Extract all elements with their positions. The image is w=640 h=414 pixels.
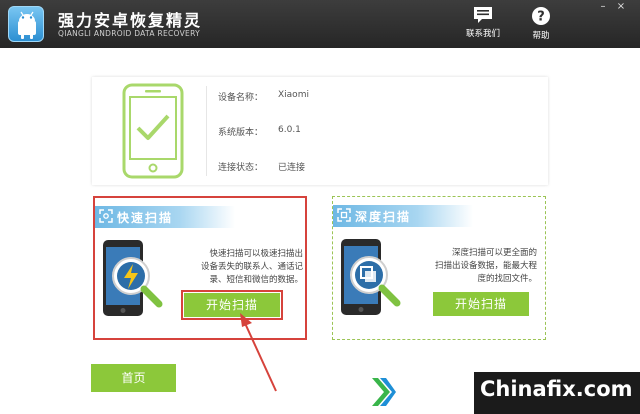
home-button[interactable]: 首页 xyxy=(91,364,176,392)
info-divider xyxy=(206,86,207,176)
app-subtitle: QIANGLI ANDROID DATA RECOVERY xyxy=(58,29,200,38)
minimize-button[interactable]: – xyxy=(596,1,610,13)
watermark-brand-en: Chinafix.com xyxy=(480,377,633,401)
chat-icon xyxy=(474,7,492,23)
scan-icon xyxy=(99,209,113,223)
deep-scan-panel[interactable]: 深度扫描 深度扫描可以更全面的 扫描出设备数据，能最大程 度的找回文件。 开始扫… xyxy=(332,196,546,340)
deep-scan-header: 深度扫描 xyxy=(333,205,473,227)
quick-desc-line-3: 录、短信和微信的数据。 xyxy=(209,275,303,285)
deep-scan-description: 深度扫描可以更全面的 扫描出设备数据，能最大程 度的找回文件。 xyxy=(407,247,537,286)
deep-scan-title: 深度扫描 xyxy=(355,210,412,224)
help-icon: ? xyxy=(532,7,550,25)
contact-us-button[interactable]: 联系我们 xyxy=(460,6,506,44)
system-version-value: 6.0.1 xyxy=(278,125,301,135)
phone-check-icon xyxy=(122,83,184,179)
annotation-arrow-icon xyxy=(240,313,277,392)
close-button[interactable]: × xyxy=(614,1,628,13)
device-info-card: 设备名称： Xiaomi 系统版本： 6.0.1 连接状态： 已连接 xyxy=(92,77,548,185)
watermark-xunwei: 迅维网 xyxy=(364,372,474,414)
connection-status-value: 已连接 xyxy=(278,163,306,173)
watermark-brand-cn: 迅维网 xyxy=(400,382,461,404)
help-button[interactable]: ? 帮助 xyxy=(518,6,564,44)
deep-scan-icon xyxy=(337,208,351,222)
app-title: 强力安卓恢复精灵 xyxy=(58,11,203,30)
deep-desc-line-3: 度的找回文件。 xyxy=(477,274,537,284)
svg-text:?: ? xyxy=(537,10,545,25)
deep-desc-line-1: 深度扫描可以更全面的 xyxy=(451,248,537,258)
quick-scan-description: 快速扫描可以极速扫描出 设备丢失的联系人、通话记 录、短信和微信的数据。 xyxy=(173,248,303,287)
connection-status-key: 连接状态： xyxy=(218,163,264,173)
quick-scan-title: 快速扫描 xyxy=(117,211,174,225)
quick-desc-line-1: 快速扫描可以极速扫描出 xyxy=(209,249,303,259)
contact-us-label: 联系我们 xyxy=(465,29,500,39)
help-label: 帮助 xyxy=(532,31,550,41)
quick-scan-phone-icon xyxy=(103,240,163,316)
deep-scan-start-button[interactable]: 开始扫描 xyxy=(433,292,529,316)
watermark-chinafix: Chinafix.com xyxy=(474,372,640,414)
app-logo-icon xyxy=(8,6,44,42)
system-version-key: 系统版本： xyxy=(218,128,264,138)
quick-desc-line-2: 设备丢失的联系人、通话记 xyxy=(200,262,303,272)
device-name-value: Xiaomi xyxy=(278,90,309,100)
title-bar: 强力安卓恢复精灵 QIANGLI ANDROID DATA RECOVERY 联… xyxy=(0,0,640,48)
deep-scan-phone-icon xyxy=(341,239,401,315)
deep-desc-line-2: 扫描出设备数据，能最大程 xyxy=(434,261,537,271)
xunwei-logo-icon xyxy=(372,378,396,406)
quick-scan-header: 快速扫描 xyxy=(95,206,235,228)
device-name-key: 设备名称： xyxy=(218,93,264,103)
